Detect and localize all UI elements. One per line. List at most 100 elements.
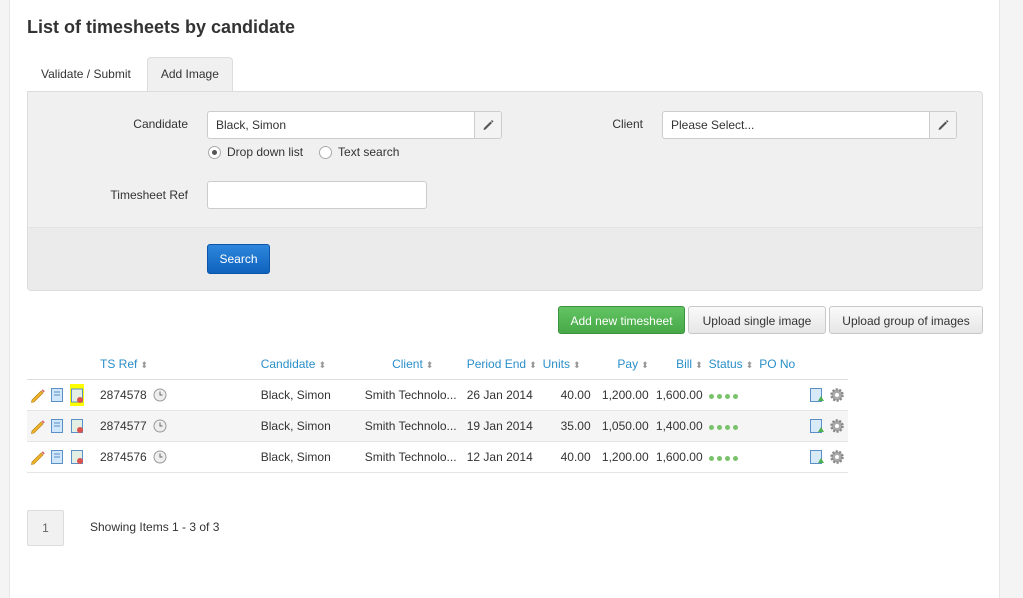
header-units[interactable]: Units ⬍ [539,349,594,380]
document-icon[interactable] [49,418,65,434]
units-cell: 35.00 [539,410,594,442]
bill-cell: 1,600.00 [651,441,706,473]
sort-icon: ⬍ [529,360,537,370]
candidate-value: Black, Simon [216,118,287,132]
gear-icon[interactable] [829,449,845,465]
search-panel: Candidate Black, Simon Client Please Sel… [27,91,983,291]
document-image-icon[interactable] [69,384,85,406]
pager-page-1[interactable]: 1 [27,510,64,546]
client-cell-text: Smith Technolo... [364,450,457,465]
client-cell-text: Smith Technolo... [364,388,457,403]
candidate-cell: Black, Simon [257,410,362,442]
client-edit-button[interactable] [929,112,956,138]
header-client-label: Client [392,357,423,371]
upload-single-image-button[interactable]: Upload single image [688,306,826,334]
units-cell: 40.00 [539,441,594,473]
gear-icon[interactable] [829,387,845,403]
header-client[interactable]: Client ⬍ [361,349,464,380]
search-button[interactable]: Search [207,244,270,274]
radio-drop-down-list[interactable] [208,145,221,159]
tab-validate-submit[interactable]: Validate / Submit [27,57,145,91]
radio-text-search[interactable] [319,145,333,159]
clock-icon [153,450,167,464]
candidate-cell: Black, Simon [257,379,362,411]
row-right-icons [806,410,848,442]
add-new-timesheet-button[interactable]: Add new timesheet [558,306,685,334]
document-icon[interactable] [49,449,65,465]
ts-ref-cell[interactable]: 2874577 [97,410,150,442]
panel-divider [28,227,982,228]
document-icon[interactable] [49,387,65,403]
upload-group-images-button[interactable]: Upload group of images [829,306,983,334]
document-image-icon[interactable] [69,418,85,434]
sort-icon: ⬍ [318,360,326,370]
pencil-icon [938,120,949,130]
period-end-cell: 12 Jan 2014 [463,441,540,473]
gear-icon[interactable] [829,418,845,434]
client-combo[interactable]: Please Select... [662,111,957,139]
sort-icon: ⬍ [140,360,148,370]
header-bill[interactable]: Bill ⬍ [651,349,706,380]
header-actions [27,349,97,380]
row-action-icons [27,441,97,473]
clock-cell [149,379,258,411]
search-mode-radios: Drop down list Text search [208,145,415,159]
header-po-no[interactable]: PO No [756,349,848,380]
header-units-label: Units [542,357,570,371]
po-no-cell [756,441,807,473]
table-row: 2874578 Black, Simon Smith Technolo... 2… [27,379,848,411]
row-action-icons [27,379,97,411]
pencil-icon[interactable] [30,449,46,465]
status-cell [705,379,757,411]
table-row: 2874576 Black, Simon Smith Technolo... 1… [27,441,848,473]
status-dots [708,388,741,402]
page-title: List of timesheets by candidate [27,17,296,37]
table-header-row: TS Ref ⬍ Candidate ⬍ Client ⬍ Period End ⬍ U… [27,349,848,380]
header-status-label: Status [708,357,743,371]
search-panel-footer [28,228,982,290]
ts-ref-cell[interactable]: 2874576 [97,441,150,473]
document-image-icon[interactable] [69,449,85,465]
status-cell [705,441,757,473]
row-action-icons [27,410,97,442]
pay-cell: 1,200.00 [593,441,652,473]
header-status[interactable]: Status ⬍ [705,349,757,380]
pencil-icon [483,120,494,130]
client-cell: Smith Technolo... [361,379,464,411]
pencil-icon[interactable] [30,418,46,434]
timesheet-ref-input[interactable] [207,181,427,209]
client-cell: Smith Technolo... [361,441,464,473]
pencil-icon[interactable] [30,387,46,403]
tab-add-image[interactable]: Add Image [146,57,233,91]
candidate-edit-button[interactable] [474,112,501,138]
header-ts-ref[interactable]: TS Ref ⬍ [97,349,258,380]
units-cell: 40.00 [539,379,594,411]
tab-bar: Validate / Submit Add Image [27,57,233,91]
period-end-cell: 19 Jan 2014 [463,410,540,442]
candidate-combo[interactable]: Black, Simon [207,111,502,139]
row-right-icons [806,379,848,411]
status-dots [708,450,741,464]
header-period-end[interactable]: Period End ⬍ [463,349,540,380]
client-label: Client [612,117,643,131]
header-ts-ref-label: TS Ref [100,357,138,371]
status-dots [708,419,741,433]
header-pay[interactable]: Pay ⬍ [593,349,652,380]
pay-cell: 1,050.00 [593,410,652,442]
pager-summary: Showing Items 1 - 3 of 3 [90,520,220,534]
sort-icon: ⬍ [745,360,754,370]
bill-cell: 1,400.00 [651,410,706,442]
timesheet-table: TS Ref ⬍ Candidate ⬍ Client ⬍ Period End ⬍ U… [27,349,848,473]
upload-image-icon[interactable] [809,418,825,434]
status-cell [705,410,757,442]
upload-image-icon[interactable] [809,449,825,465]
candidate-cell: Black, Simon [257,441,362,473]
po-no-cell [756,379,807,411]
header-candidate[interactable]: Candidate ⬍ [257,349,362,380]
sort-icon: ⬍ [695,360,703,370]
timesheet-ref-label: Timesheet Ref [110,188,188,202]
ts-ref-cell[interactable]: 2874578 [97,379,150,411]
upload-image-icon[interactable] [809,387,825,403]
page-container: List of timesheets by candidate Validate… [9,0,1000,598]
candidate-label: Candidate [133,117,188,131]
